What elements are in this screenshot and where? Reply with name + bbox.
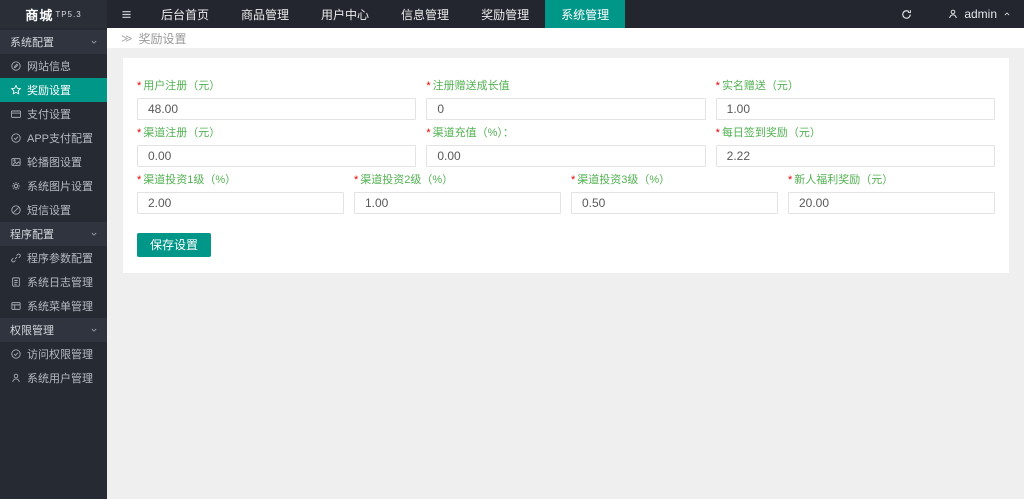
field-channel-invest-2: * 渠道投资2级（%） (354, 174, 561, 214)
required-marker: * (715, 127, 720, 139)
chevron-up-icon (1004, 12, 1010, 16)
topnav-item-dashboard[interactable]: 后台首页 (145, 0, 225, 28)
star-icon (10, 84, 22, 96)
hamburger-icon[interactable] (107, 0, 145, 28)
field-label: 渠道投资1级（%） (143, 174, 237, 186)
main-content: ≫ 奖励设置 *用户注册（元） *注册赠送成长值 *实名赠送（元） *渠道注册（… (107, 28, 1024, 499)
brand-logo: 商城 TP5.3 (0, 0, 107, 28)
field-label: 实名赠送（元） (721, 80, 799, 92)
required-marker: * (137, 127, 142, 139)
required-marker: * (137, 80, 142, 92)
sidebar-item-carousel-settings[interactable]: 轮播图设置 (0, 150, 107, 174)
required-marker: * (571, 174, 576, 186)
channel-invest-1-input[interactable] (137, 192, 344, 214)
breadcrumb: ≫ 奖励设置 (107, 28, 1024, 48)
field-label: 渠道充值（%）： (432, 127, 514, 139)
sidebar-item-reward-settings[interactable]: 奖励设置 (0, 78, 107, 102)
log-icon (10, 276, 22, 288)
required-marker: * (426, 80, 431, 92)
page-title: 奖励设置 (138, 31, 187, 46)
topnav-item-goods[interactable]: 商品管理 (225, 0, 305, 28)
required-marker: * (137, 174, 142, 186)
field-label: 渠道投资3级（%） (577, 174, 671, 186)
check-circle-icon (10, 348, 22, 360)
top-bar: 商城 TP5.3 后台首页 商品管理 用户中心 信息管理 奖励管理 系统管理 ad… (0, 0, 1024, 28)
sidebar-item-sms-settings[interactable]: 短信设置 (0, 198, 107, 222)
refresh-icon[interactable] (891, 8, 921, 21)
topnav-item-users[interactable]: 用户中心 (305, 0, 385, 28)
field-daily-signin: * 每日签到奖励（元） (715, 127, 995, 167)
save-settings-button[interactable]: 保存设置 (137, 233, 212, 257)
field-newcomer-reward: * 新人福利奖励（元） (788, 174, 995, 214)
topbar-right: admin (891, 0, 1024, 28)
reward-settings-form: *用户注册（元） *注册赠送成长值 *实名赠送（元） *渠道注册（元） *渠道充… (123, 58, 1009, 273)
field-label: 新人福利奖励（元） (794, 174, 894, 186)
channel-invest-2-input[interactable] (354, 192, 561, 214)
sidebar-item-payment-settings[interactable]: 支付设置 (0, 102, 107, 126)
form-row-2: *渠道注册（元） *渠道充值（%）： *每日签到奖励（元） (137, 127, 995, 167)
field-register-growth: * 注册赠送成长值 (426, 80, 706, 120)
check-circle-icon (10, 132, 22, 144)
menu-grid-icon (10, 300, 22, 312)
daily-signin-input[interactable] (715, 145, 995, 167)
newcomer-reward-input[interactable] (788, 192, 995, 214)
edit-circle-icon (10, 60, 22, 72)
topnav-item-system[interactable]: 系统管理 (545, 0, 626, 28)
chevron-down-icon (89, 325, 99, 335)
sidebar-item-app-payment-config[interactable]: APP支付配置 (0, 126, 107, 150)
sidebar-item-program-params[interactable]: 程序参数配置 (0, 246, 107, 270)
field-label: 用户注册（元） (143, 80, 221, 92)
image-icon (10, 156, 22, 168)
field-channel-invest-3: * 渠道投资3级（%） (571, 174, 778, 214)
breadcrumb-symbol: ≫ (121, 32, 133, 45)
field-label: 渠道注册（元） (143, 127, 221, 139)
chevron-down-icon (89, 229, 99, 239)
topnav-item-info[interactable]: 信息管理 (385, 0, 465, 28)
user-register-input[interactable] (137, 98, 417, 120)
required-marker: * (426, 127, 431, 139)
sidebar-item-access-permissions[interactable]: 访问权限管理 (0, 342, 107, 366)
sidebar-item-system-users[interactable]: 系统用户管理 (0, 366, 107, 390)
form-row-1: *用户注册（元） *注册赠送成长值 *实名赠送（元） (137, 80, 995, 120)
user-icon (949, 9, 958, 19)
required-marker: * (354, 174, 359, 186)
gear-icon (10, 180, 22, 192)
sidebar-section-permissions[interactable]: 权限管理 (0, 318, 107, 342)
field-channel-recharge: * 渠道充值（%）： (426, 127, 706, 167)
required-marker: * (788, 174, 793, 186)
field-label: 注册赠送成长值 (432, 80, 510, 92)
sidebar-section-program-config[interactable]: 程序配置 (0, 222, 107, 246)
channel-register-input[interactable] (137, 145, 417, 167)
slash-circle-icon (10, 204, 22, 216)
chevron-down-icon (89, 37, 99, 47)
top-nav: 后台首页 商品管理 用户中心 信息管理 奖励管理 系统管理 (145, 0, 626, 28)
channel-invest-3-input[interactable] (571, 192, 778, 214)
card-icon (10, 108, 22, 120)
field-channel-register: * 渠道注册（元） (137, 127, 417, 167)
user-icon (10, 372, 22, 384)
sidebar-item-system-menus[interactable]: 系统菜单管理 (0, 294, 107, 318)
sidebar-item-system-logs[interactable]: 系统日志管理 (0, 270, 107, 294)
sidebar-item-website-info[interactable]: 网站信息 (0, 54, 107, 78)
user-menu[interactable]: admin (947, 7, 1012, 21)
user-name: admin (964, 7, 997, 21)
brand-name: 商城 (25, 7, 54, 23)
field-user-register: * 用户注册（元） (137, 80, 417, 120)
brand-version: TP5.3 (55, 9, 82, 19)
realname-gift-input[interactable] (715, 98, 995, 120)
field-label: 渠道投资2级（%） (360, 174, 454, 186)
form-row-3: *渠道投资1级（%） *渠道投资2级（%） *渠道投资3级（%） *新人福利奖励… (137, 174, 995, 214)
sidebar-section-system-config[interactable]: 系统配置 (0, 30, 107, 54)
link-icon (10, 252, 22, 264)
field-realname-gift: * 实名赠送（元） (715, 80, 995, 120)
field-channel-invest-1: * 渠道投资1级（%） (137, 174, 344, 214)
field-label: 每日签到奖励（元） (721, 127, 821, 139)
sidebar-item-system-image-settings[interactable]: 系统图片设置 (0, 174, 107, 198)
required-marker: * (715, 80, 720, 92)
sidebar: 系统配置 网站信息 奖励设置 支付设置 APP支付配置 轮播图设置 系统图片设置 (0, 28, 107, 499)
register-growth-input[interactable] (426, 98, 706, 120)
channel-recharge-input[interactable] (426, 145, 706, 167)
topnav-item-reward[interactable]: 奖励管理 (465, 0, 545, 28)
